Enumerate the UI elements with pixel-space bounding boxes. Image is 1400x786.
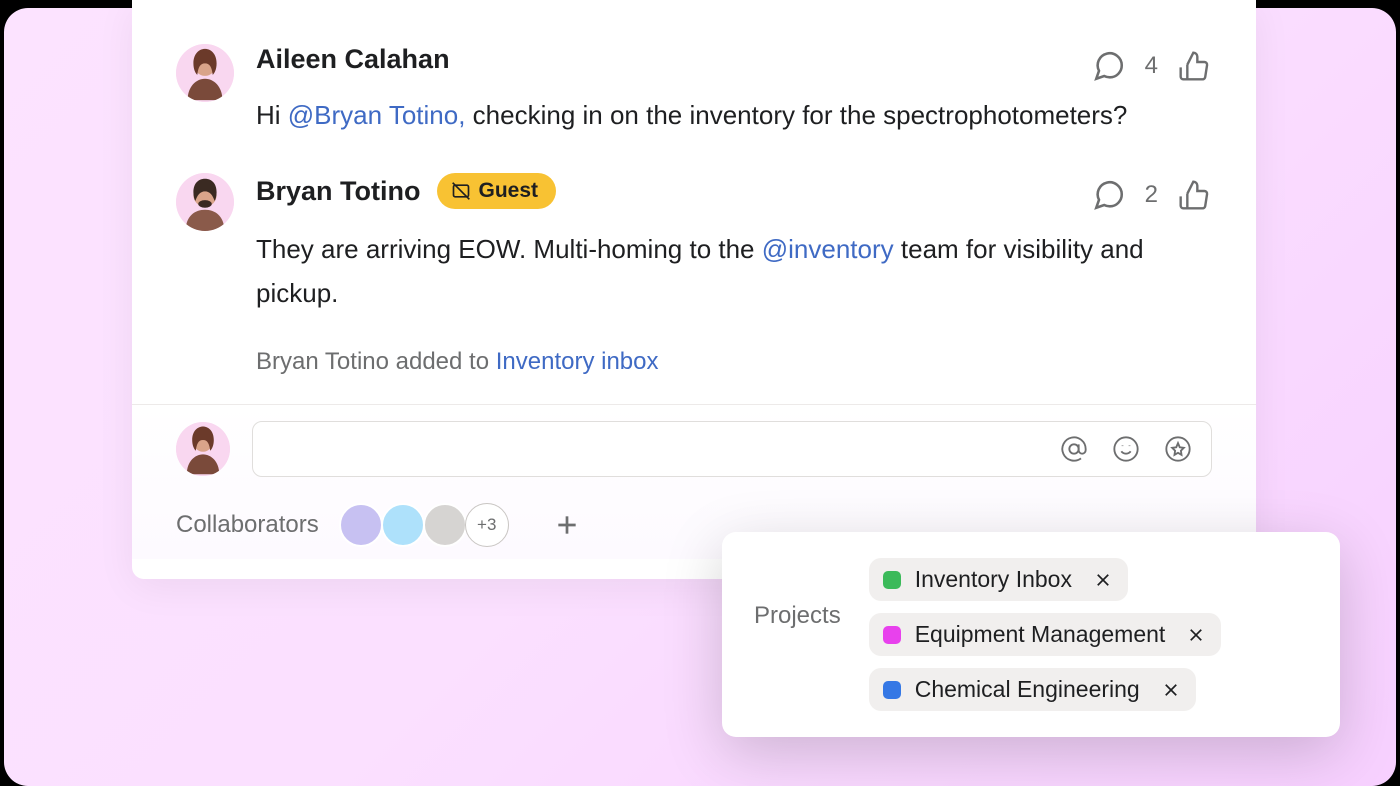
project-name: Equipment Management xyxy=(915,621,1166,648)
avatar-self[interactable] xyxy=(176,422,230,476)
like-count: 2 xyxy=(1145,181,1158,209)
star-icon[interactable] xyxy=(1163,434,1193,464)
mention[interactable]: @Bryan Totino, xyxy=(288,100,466,130)
like-icon[interactable] xyxy=(1176,177,1212,213)
reply-icon[interactable] xyxy=(1091,177,1127,213)
remove-project-icon[interactable] xyxy=(1092,569,1114,591)
comment-text: Hi @Bryan Totino, checking in on the inv… xyxy=(256,93,1212,137)
avatar[interactable] xyxy=(176,44,234,102)
project-color-dot xyxy=(883,626,901,644)
collaborator-avatar[interactable] xyxy=(339,503,383,547)
remove-project-icon[interactable] xyxy=(1185,624,1207,646)
remove-project-icon[interactable] xyxy=(1160,679,1182,701)
comment-text: They are arriving EOW. Multi-homing to t… xyxy=(256,227,1212,315)
system-message: Bryan Totino added to Inventory inbox xyxy=(176,348,1212,376)
add-collaborator-button[interactable] xyxy=(545,503,589,547)
project-chip[interactable]: Chemical Engineering xyxy=(869,668,1196,711)
project-color-dot xyxy=(883,681,901,699)
comment-author: Bryan Totino xyxy=(256,176,421,207)
avatar[interactable] xyxy=(176,173,234,231)
projects-popover: Projects Inventory Inbox Equipment Manag… xyxy=(722,532,1340,737)
project-chip[interactable]: Inventory Inbox xyxy=(869,558,1128,601)
collaborator-avatars: +3 xyxy=(341,503,509,547)
collaborator-avatar[interactable] xyxy=(423,503,467,547)
system-link[interactable]: Inventory inbox xyxy=(496,348,659,375)
mention[interactable]: @inventory xyxy=(762,234,894,264)
comments-panel: Aileen Calahan Hi @Bryan Totino, checkin… xyxy=(132,0,1256,579)
project-color-dot xyxy=(883,571,901,589)
guest-badge: Guest xyxy=(437,173,557,209)
collaborator-more[interactable]: +3 xyxy=(465,503,509,547)
reply-icon[interactable] xyxy=(1091,48,1127,84)
comment-input[interactable] xyxy=(252,421,1212,477)
guest-icon xyxy=(451,181,471,201)
comment-author: Aileen Calahan xyxy=(256,44,450,75)
mention-icon[interactable] xyxy=(1059,434,1089,464)
like-icon[interactable] xyxy=(1176,48,1212,84)
collaborator-avatar[interactable] xyxy=(381,503,425,547)
comment: Aileen Calahan Hi @Bryan Totino, checkin… xyxy=(176,44,1212,137)
project-chip[interactable]: Equipment Management xyxy=(869,613,1222,656)
projects-label: Projects xyxy=(754,558,841,711)
comment: Bryan Totino Guest They are arriving EOW… xyxy=(176,173,1212,315)
emoji-icon[interactable] xyxy=(1111,434,1141,464)
project-name: Inventory Inbox xyxy=(915,566,1072,593)
project-name: Chemical Engineering xyxy=(915,676,1140,703)
collaborators-label: Collaborators xyxy=(176,511,319,539)
like-count: 4 xyxy=(1145,52,1158,80)
